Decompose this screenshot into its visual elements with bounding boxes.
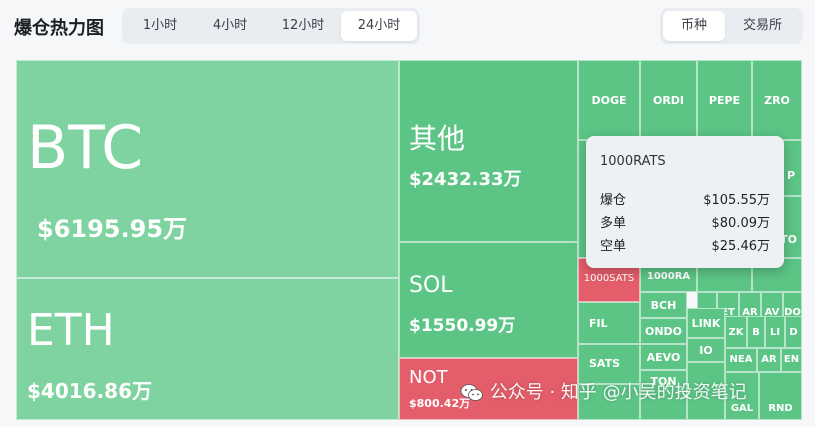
cell-1000rats-label: 1000RA xyxy=(646,271,691,282)
cell-bch-label: BCH xyxy=(650,299,677,312)
tab-12h[interactable]: 12小时 xyxy=(265,11,341,41)
wechat-icon xyxy=(460,383,484,403)
cell-btc-name: BTC xyxy=(27,113,144,183)
cell-b[interactable]: B xyxy=(747,316,765,348)
cell-nea[interactable]: NEA xyxy=(725,348,757,372)
tooltip-row-label: 空单 xyxy=(600,239,627,254)
cell-sol-value: $1550.99万 xyxy=(409,316,516,336)
cell-1000sats-label: 1000SATS xyxy=(583,273,635,284)
cell-rnd[interactable]: RND xyxy=(759,372,802,420)
tooltip-row-short: 空单 $25.46万 xyxy=(600,235,770,254)
tooltip-row-value: $105.55万 xyxy=(703,193,770,208)
cell-rnd-label: RND xyxy=(768,403,793,414)
cell-ondo-label: ONDO xyxy=(644,325,683,338)
page-title: 爆仓热力图 xyxy=(14,18,104,39)
cell-io[interactable]: IO xyxy=(687,338,725,362)
tooltip: 1000RATS 爆仓 $105.55万 多单 $80.09万 空单 $25.4… xyxy=(586,136,784,268)
cell-sats-label: SATS xyxy=(589,357,621,370)
cell-io-label: IO xyxy=(699,344,713,357)
cell-en[interactable]: EN xyxy=(781,348,802,372)
cell-other-value: $2432.33万 xyxy=(409,169,522,190)
cell-d[interactable]: D xyxy=(785,316,802,348)
cell-ondo[interactable]: ONDO xyxy=(640,318,687,344)
cell-zk[interactable]: ZK xyxy=(725,316,747,348)
cell-li-label: LI xyxy=(769,327,781,338)
tooltip-row-label: 爆仓 xyxy=(600,193,627,208)
cell-sol-name: SOL xyxy=(409,273,453,298)
header: 爆仓热力图 1小时 4小时 12小时 24小时 币种 交易所 xyxy=(0,0,815,56)
cell-eth[interactable]: ETH $4016.86万 xyxy=(16,278,399,420)
cell-ordi-label: ORDI xyxy=(652,94,685,107)
cell-ar2[interactable]: AR xyxy=(757,348,781,372)
cell-en-label: EN xyxy=(783,354,800,365)
tooltip-row-label: 多单 xyxy=(600,216,627,231)
cell-zro[interactable]: ZRO xyxy=(752,60,802,140)
watermark: 公众号 · 知乎 @小吴的投资笔记 xyxy=(460,378,747,404)
cell-zk-label: ZK xyxy=(728,327,744,338)
tab-exchange[interactable]: 交易所 xyxy=(725,11,800,41)
cell-fil[interactable]: FIL xyxy=(578,302,640,344)
cell-li[interactable]: LI xyxy=(765,316,785,348)
tooltip-title: 1000RATS xyxy=(600,154,666,169)
cell-eth-name: ETH xyxy=(27,305,115,356)
tooltip-row-value: $25.46万 xyxy=(711,239,771,254)
tab-1h[interactable]: 1小时 xyxy=(125,11,195,41)
cell-other-name: 其他 xyxy=(409,122,466,155)
tab-4h[interactable]: 4小时 xyxy=(195,11,265,41)
cell-b-label: B xyxy=(752,327,760,338)
cell-doge-label: DOGE xyxy=(591,94,627,107)
tooltip-row-liquidation: 爆仓 $105.55万 xyxy=(600,189,770,208)
cell-aevo[interactable]: AEVO xyxy=(640,344,687,370)
cell-sol[interactable]: SOL $1550.99万 xyxy=(399,242,578,358)
tab-coin[interactable]: 币种 xyxy=(663,11,725,41)
cell-btc[interactable]: BTC $6195.95万 xyxy=(16,60,399,278)
cell-pepe[interactable]: PEPE xyxy=(697,60,752,140)
cell-link[interactable]: LINK xyxy=(687,308,725,338)
cell-not-name: NOT xyxy=(409,367,448,388)
view-tabs: 币种 交易所 xyxy=(660,8,803,44)
cell-ar2-label: AR xyxy=(761,354,777,365)
tab-24h[interactable]: 24小时 xyxy=(341,11,417,41)
cell-doge[interactable]: DOGE xyxy=(578,60,640,140)
cell-pepe-label: PEPE xyxy=(708,94,741,107)
cell-d-label: D xyxy=(789,327,798,338)
cell-fil-label: FIL xyxy=(589,317,608,330)
cell-other[interactable]: 其他 $2432.33万 xyxy=(399,60,578,242)
cell-gal-label: GAL xyxy=(730,403,754,414)
cell-link-label: LINK xyxy=(691,317,721,330)
watermark-text: 公众号 · 知乎 @小吴的投资笔记 xyxy=(489,382,747,403)
cell-aevo-label: AEVO xyxy=(646,351,681,364)
cell-zro-label: ZRO xyxy=(764,94,790,107)
cell-ordi[interactable]: ORDI xyxy=(640,60,697,140)
time-range-tabs: 1小时 4小时 12小时 24小时 xyxy=(122,8,420,44)
tooltip-row-value: $80.09万 xyxy=(711,216,771,231)
cell-eth-value: $4016.86万 xyxy=(27,379,153,403)
cell-bch[interactable]: BCH xyxy=(640,292,687,318)
cell-btc-value: $6195.95万 xyxy=(37,215,188,243)
cell-nea-label: NEA xyxy=(729,354,753,365)
tooltip-row-long: 多单 $80.09万 xyxy=(600,212,770,231)
